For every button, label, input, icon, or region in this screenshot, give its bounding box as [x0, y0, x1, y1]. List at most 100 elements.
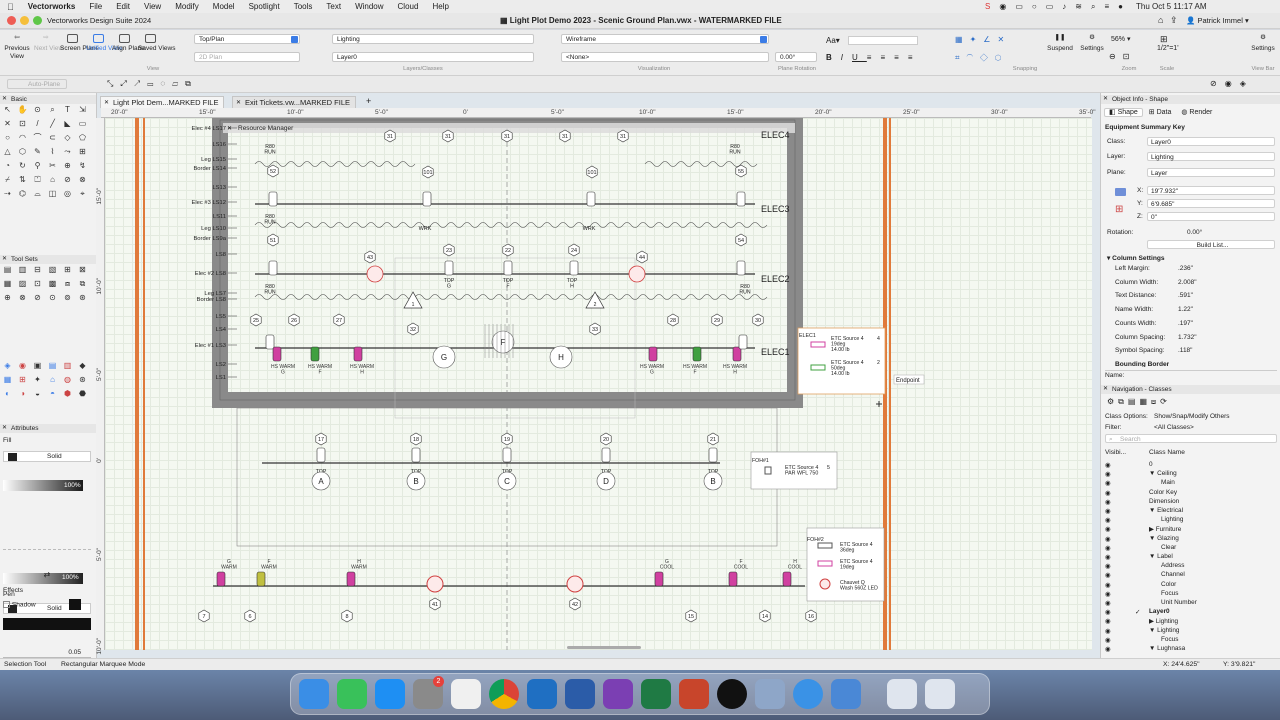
class-row[interactable]: ◉ ▶ Lighting — [1101, 617, 1280, 626]
column-setting-field[interactable]: .118" — [1175, 346, 1275, 355]
fill-style-select[interactable]: Solid — [3, 451, 91, 462]
italic-icon[interactable]: I — [841, 53, 852, 62]
basic-tool-icon[interactable]: ⊡ — [17, 119, 28, 129]
basic-tool-icon[interactable]: ⊘ — [62, 175, 73, 185]
font-icon[interactable]: Aa▾ — [826, 36, 840, 45]
tab-shape[interactable]: ◧ Shape — [1104, 108, 1143, 117]
z-field[interactable]: 0" — [1147, 212, 1275, 221]
layer-dropdown[interactable]: Layer0 — [332, 52, 534, 62]
select-poly-icon[interactable]: ▱ — [172, 79, 185, 88]
build-list-button[interactable]: Build List... — [1147, 240, 1275, 249]
lighting-tool-icon[interactable]: ⊛ — [77, 375, 88, 385]
preview-icon[interactable] — [755, 679, 785, 709]
arrow-style-control[interactable]: ⇄ — [3, 570, 91, 580]
snap-tangent-icon[interactable]: ◠ — [967, 53, 980, 62]
tool-set-icon[interactable]: ▤ — [2, 265, 13, 275]
rotation-field[interactable]: 0.00° — [1165, 228, 1275, 237]
nav-classes-icon[interactable]: ⚙ — [1107, 397, 1118, 406]
visibility-eye-icon[interactable]: ◉ — [1105, 544, 1111, 552]
basic-tool-icon[interactable]: ⊞ — [77, 147, 88, 157]
menu-file[interactable]: File — [82, 2, 109, 11]
basic-tool-icon[interactable]: ✋ — [17, 105, 28, 115]
basic-tool-icon[interactable]: ◫ — [47, 189, 58, 199]
basic-tool-icon[interactable]: T — [62, 105, 73, 115]
justify-icon[interactable]: ≡ — [908, 53, 922, 62]
finder-icon[interactable] — [299, 679, 329, 709]
tool-set-icon[interactable]: ⊘ — [32, 293, 43, 303]
class-row[interactable]: ◉ Color Key — [1101, 489, 1280, 498]
nav-symbols-icon[interactable]: ⟳ — [1160, 397, 1171, 406]
menu-spotlight[interactable]: Spotlight — [242, 2, 287, 11]
lighting-tool-icon[interactable]: ◉ — [17, 361, 28, 371]
auto-plane-button[interactable]: Auto-Plane — [7, 79, 67, 89]
lighting-tool-icon[interactable]: ◓ — [47, 389, 58, 399]
y-field[interactable]: 6'9.685" — [1147, 199, 1275, 208]
scrivener-icon[interactable] — [831, 679, 861, 709]
basic-tool-icon[interactable]: ⌬ — [17, 189, 28, 199]
basic-tool-icon[interactable]: ⇲ — [77, 105, 88, 115]
plane-field[interactable]: Layer — [1147, 168, 1275, 177]
basic-tool-icon[interactable]: ⤳ — [62, 147, 73, 157]
basic-tool-icon[interactable]: ✂ — [47, 161, 58, 171]
lasso-mode-icon[interactable]: ↗ — [134, 79, 147, 88]
pen-weight-field[interactable]: 0.05 — [3, 649, 91, 658]
basic-tool-icon[interactable]: ⌒ — [32, 133, 43, 143]
tool-set-icon[interactable]: ▩ — [47, 279, 58, 289]
visibility-eye-icon[interactable]: ◉ — [1105, 489, 1111, 497]
basic-tool-icon[interactable]: ◣ — [62, 119, 73, 129]
zoom-window-button[interactable] — [33, 16, 42, 25]
menu-text[interactable]: Text — [319, 2, 348, 11]
column-settings-header[interactable]: ▾ Column Settings — [1107, 254, 1165, 262]
lighting-tool-icon[interactable]: ◐ — [2, 389, 13, 399]
battery-icon[interactable]: ▭ — [1046, 2, 1054, 11]
class-row[interactable]: ◉ ✓ Layer0 — [1101, 608, 1280, 617]
class-row[interactable]: ◉ Channel — [1101, 571, 1280, 580]
pen-line-style[interactable] — [3, 541, 91, 550]
minimize-window-button[interactable] — [20, 16, 29, 25]
class-search-input[interactable]: ⌕ Search — [1105, 434, 1277, 443]
tool-set-icon[interactable]: ▨ — [17, 279, 28, 289]
lighting-tool-icon[interactable]: ◒ — [32, 389, 43, 399]
wifi-icon[interactable]: ≋ — [1075, 2, 1082, 11]
class-row[interactable]: ◉ ▼ Label — [1101, 553, 1280, 562]
grid-icon[interactable]: ⊞ — [1115, 204, 1123, 215]
x-field[interactable]: 19'7.932" — [1147, 186, 1275, 195]
shadow-checkbox[interactable]: Shadow — [3, 601, 36, 608]
pen-color-bar[interactable] — [3, 618, 91, 630]
tool-set-icon[interactable]: ▧ — [47, 265, 58, 275]
lighting-tool-icon[interactable]: ⬢ — [62, 389, 73, 399]
class-row[interactable]: ◉ Clear — [1101, 544, 1280, 553]
column-setting-field[interactable]: .197" — [1175, 319, 1275, 328]
class-row[interactable]: ◉ ▼ Lighting — [1101, 627, 1280, 636]
visibility-eye-icon[interactable]: ◉ — [1105, 562, 1111, 570]
basic-tool-icon[interactable]: ◔ — [2, 161, 13, 171]
launchpad-icon[interactable] — [451, 679, 481, 709]
app-store-icon[interactable] — [375, 679, 405, 709]
clock[interactable]: Thu Oct 5 11:17 AM — [1132, 2, 1207, 11]
visibility-eye-icon[interactable]: ◉ — [1105, 507, 1111, 515]
tool-set-icon[interactable]: ⊟ — [32, 265, 43, 275]
record-icon[interactable]: ◉ — [999, 2, 1006, 11]
lighting-tool-icon[interactable]: ⌂ — [47, 375, 58, 385]
basic-tool-icon[interactable]: ⌓ — [32, 189, 43, 199]
lighting-tool-icon[interactable]: ◍ — [62, 375, 73, 385]
lighting-tool-icon[interactable]: ◑ — [17, 389, 28, 399]
class-row[interactable]: ◉ Address — [1101, 562, 1280, 571]
onenote-icon[interactable] — [603, 679, 633, 709]
excel-icon[interactable] — [641, 679, 671, 709]
visibility-eye-icon[interactable]: ◉ — [1105, 553, 1111, 561]
layers-icon[interactable]: ◈ — [1240, 79, 1254, 88]
outlook-icon[interactable] — [527, 679, 557, 709]
basic-tool-icon[interactable]: ⬡ — [17, 147, 28, 157]
basic-tool-icon[interactable]: ▭ — [77, 119, 88, 129]
user-account[interactable]: 👤 Patrick Immel ▾ — [1186, 16, 1249, 25]
basic-tool-icon[interactable]: ⊗ — [77, 175, 88, 185]
tool-set-icon[interactable]: ⊕ — [2, 293, 13, 303]
column-setting-field[interactable]: 2.008" — [1175, 278, 1275, 287]
class-row[interactable]: ◉ Focus — [1101, 636, 1280, 645]
snap-distance-icon[interactable]: ⌗ — [955, 53, 967, 62]
lighting-tool-icon[interactable]: ⊞ — [17, 375, 28, 385]
close-window-button[interactable] — [7, 16, 16, 25]
basic-tool-icon[interactable]: ⚲ — [32, 161, 43, 171]
tool-set-icon[interactable]: ⊚ — [62, 293, 73, 303]
